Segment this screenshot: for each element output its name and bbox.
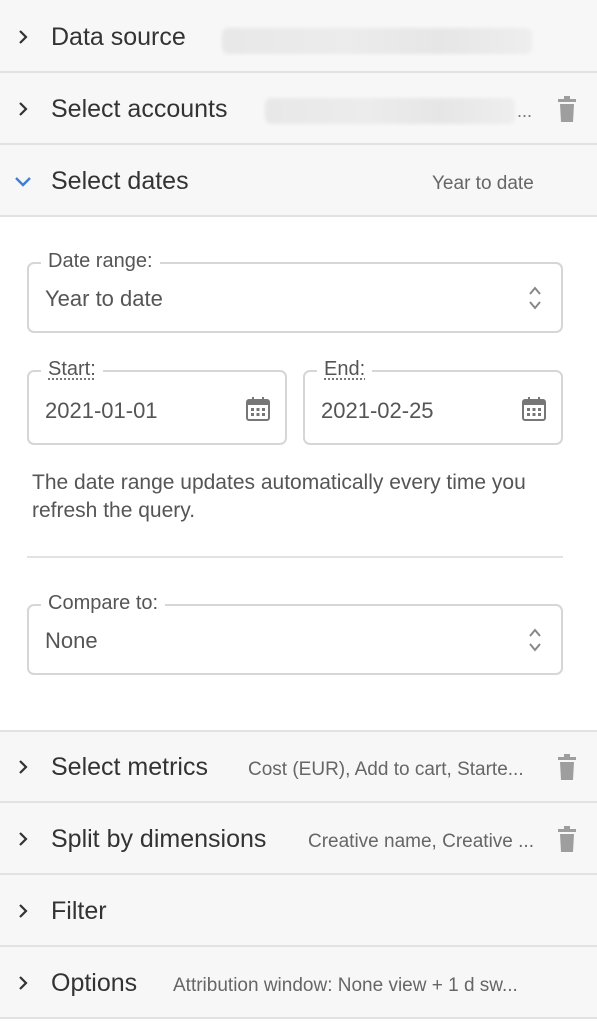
up-down-arrows-icon <box>527 626 543 654</box>
section-summary: Cost (EUR), Add to cart, Starte... <box>248 759 524 780</box>
chevron-right-icon <box>14 100 32 118</box>
trash-icon[interactable] <box>557 754 577 780</box>
section-summary: Year to date <box>432 173 534 194</box>
section-title: Select dates <box>51 167 189 195</box>
calendar-icon[interactable] <box>245 396 271 422</box>
section-data-source[interactable]: Data source <box>0 0 597 73</box>
date-range-help-text: The date range updates automatically eve… <box>32 471 526 522</box>
chevron-right-icon <box>14 28 32 46</box>
section-select-metrics[interactable]: Select metrics Cost (EUR), Add to cart, … <box>0 730 597 803</box>
up-down-arrows-icon <box>527 284 543 312</box>
section-select-accounts[interactable]: Select accounts ... <box>0 73 597 145</box>
chevron-right-icon <box>14 974 32 992</box>
chevron-right-icon <box>14 830 32 848</box>
section-title: Split by dimensions <box>51 825 267 853</box>
start-label: Start: <box>41 358 103 381</box>
end-label: End: <box>317 358 373 381</box>
section-title: Select accounts <box>51 95 228 123</box>
section-summary: Creative name, Creative ... <box>308 831 534 852</box>
summary-ellipsis: ... <box>517 101 533 121</box>
section-summary: Attribution window: None view + 1 d sw..… <box>173 975 518 996</box>
compare-to-select[interactable]: Compare to: None <box>27 592 563 675</box>
chevron-right-icon <box>14 758 32 776</box>
date-range-select[interactable]: Date range: Year to date <box>27 250 563 333</box>
redacted-data-source-value <box>222 28 532 54</box>
compare-to-label: Compare to: <box>41 592 166 615</box>
section-options[interactable]: Options Attribution window: None view + … <box>0 947 597 1019</box>
section-title: Options <box>51 969 138 997</box>
start-date-value: 2021-01-01 <box>45 398 158 423</box>
chevron-down-icon <box>14 172 32 190</box>
section-filter[interactable]: Filter <box>0 875 597 947</box>
section-title: Data source <box>51 23 186 51</box>
compare-to-value: None <box>45 628 98 653</box>
trash-icon[interactable] <box>557 826 577 852</box>
divider <box>27 556 563 558</box>
redacted-accounts-value <box>265 98 515 124</box>
end-date-field[interactable]: End: 2021-02-25 <box>303 358 563 445</box>
section-title: Filter <box>51 897 107 925</box>
select-dates-panel: Date range: Year to date Start: 2021-01-… <box>0 217 597 730</box>
section-select-dates[interactable]: Select dates Year to date <box>0 145 597 217</box>
end-date-value: 2021-02-25 <box>321 398 434 423</box>
trash-icon[interactable] <box>557 96 577 122</box>
date-range-value: Year to date <box>45 286 163 311</box>
section-split-by-dimensions[interactable]: Split by dimensions Creative name, Creat… <box>0 803 597 875</box>
start-date-field[interactable]: Start: 2021-01-01 <box>27 358 287 445</box>
chevron-right-icon <box>14 902 32 920</box>
section-title: Select metrics <box>51 753 208 781</box>
date-range-label: Date range: <box>41 250 160 273</box>
calendar-icon[interactable] <box>521 396 547 422</box>
